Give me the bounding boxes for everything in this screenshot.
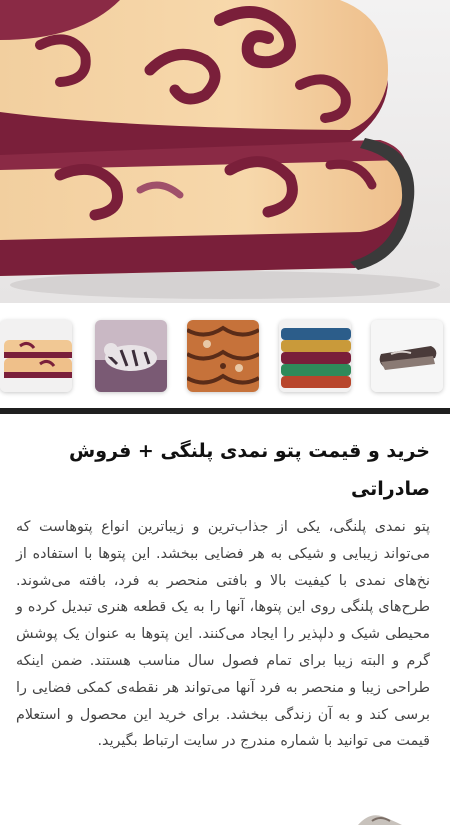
dark-blanket-thumb-icon (371, 320, 443, 392)
product-title: خرید و قیمت پتو نمدی پلنگی + فروش صادرات… (69, 440, 430, 500)
tiger-blanket-thumb-icon (95, 320, 167, 392)
next-image-peek (358, 815, 402, 825)
thumbnail-dark-blanket[interactable] (371, 320, 443, 392)
folded-blanket-illustration (0, 0, 450, 303)
product-info: خرید و قیمت پتو نمدی پلنگی + فروش صادرات… (0, 414, 450, 825)
thumbnail-tiger-blanket[interactable] (95, 320, 167, 392)
thumbnail-stacked-blankets[interactable] (279, 320, 351, 392)
thumbnail-strip (0, 303, 450, 405)
product-main-image[interactable] (0, 0, 450, 303)
thumbnail-leopard-blanket[interactable] (187, 320, 259, 392)
product-description: پتو نمدی پلنگی، یکی از جذاب‌ترین و زیبات… (16, 519, 430, 750)
stacked-blankets-thumb-icon (279, 320, 351, 392)
leopard-pattern-thumb-icon (187, 320, 259, 392)
thumbnail-paisley-blanket[interactable] (0, 320, 72, 392)
paisley-blanket-thumb-icon (0, 320, 72, 392)
